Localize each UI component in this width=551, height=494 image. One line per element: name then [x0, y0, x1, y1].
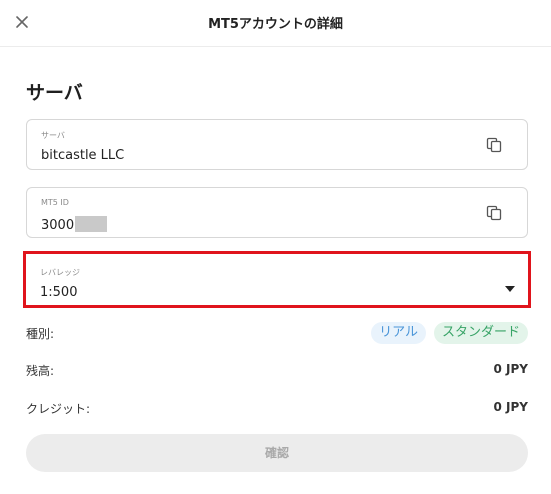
mt5-id-field-label: MT5 ID: [41, 198, 69, 207]
server-field: サーバ bitcastle LLC: [26, 119, 528, 170]
confirm-button[interactable]: 確認: [26, 434, 528, 472]
copy-icon[interactable]: [486, 137, 502, 153]
credit-value: 0 JPY: [493, 400, 528, 414]
mt5-id-field: MT5 ID 3000: [26, 187, 528, 238]
credit-row: クレジット: 0 JPY: [26, 397, 528, 419]
mt5-id-field-value-wrap: 3000: [41, 216, 108, 233]
mt5-id-field-value: 3000: [41, 218, 75, 233]
balance-label: 残高:: [26, 364, 55, 378]
leverage-select[interactable]: レバレッジ 1:500: [23, 251, 531, 308]
badge-real: リアル: [371, 322, 426, 344]
type-badges: リアル スタンダード: [371, 322, 528, 344]
type-row: 種別: リアル スタンダード: [26, 322, 528, 344]
section-title: サーバ: [26, 82, 83, 104]
credit-label: クレジット:: [26, 402, 91, 416]
type-label: 種別:: [26, 327, 55, 341]
leverage-select-value: 1:500: [40, 285, 78, 300]
balance-row: 残高: 0 JPY: [26, 359, 528, 381]
server-field-value: bitcastle LLC: [41, 148, 125, 163]
copy-icon[interactable]: [486, 205, 502, 221]
page-title: MT5アカウントの詳細: [208, 17, 343, 32]
redacted-block: [75, 216, 108, 232]
server-field-label: サーバ: [41, 131, 65, 140]
badge-standard: スタンダード: [433, 322, 528, 344]
modal-header: MT5アカウントの詳細: [0, 0, 551, 47]
balance-value: 0 JPY: [493, 362, 528, 376]
caret-down-icon[interactable]: [504, 278, 516, 292]
leverage-select-label: レバレッジ: [40, 268, 80, 277]
